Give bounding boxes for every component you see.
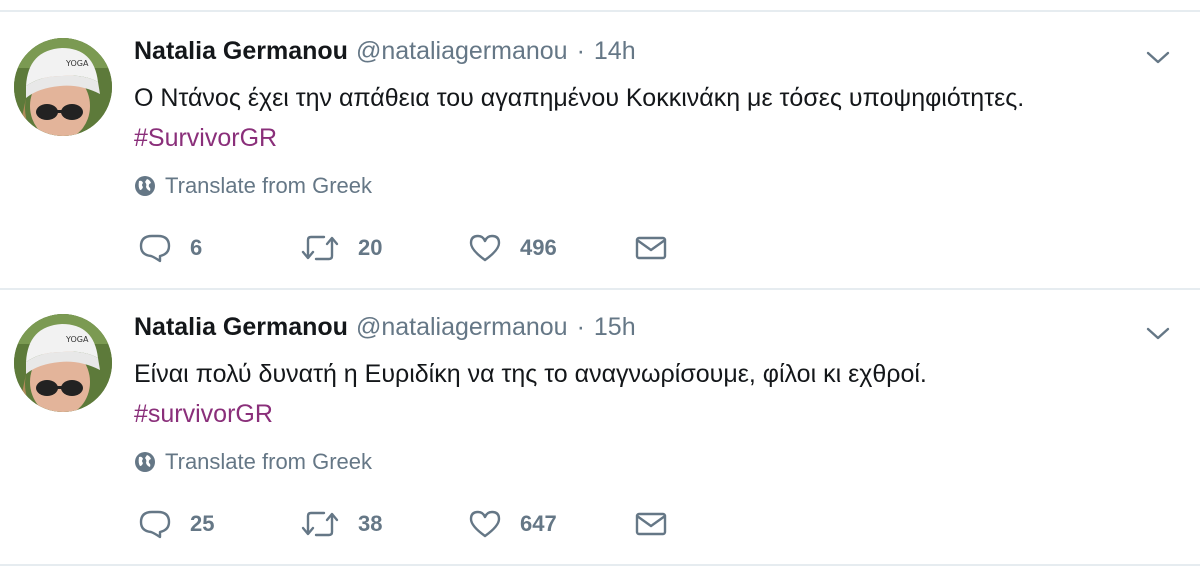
translate-link[interactable]: Translate from Greek <box>134 172 372 200</box>
svg-text:YOGA: YOGA <box>65 335 89 344</box>
tweet-header: Natalia Germanou @nataliagermanou · 15h <box>134 312 636 342</box>
retweet-button[interactable]: 20 <box>300 230 382 266</box>
heart-icon <box>469 234 501 262</box>
reply-icon <box>139 510 171 539</box>
chevron-down-icon[interactable] <box>1146 326 1170 342</box>
envelope-icon <box>635 512 667 536</box>
avatar[interactable]: YOGA <box>14 38 112 136</box>
timestamp[interactable]: 15h <box>594 313 636 341</box>
svg-text:YOGA: YOGA <box>65 59 89 68</box>
reply-icon <box>139 234 171 263</box>
tweet-text: Είναι πολύ δυνατή η Ευριδίκη να της το α… <box>134 360 927 388</box>
tweet-timeline: YOGA Natalia Germanou @nataliagermanou · 14… <box>0 0 1200 570</box>
direct-message-button[interactable] <box>634 230 668 266</box>
tweet-text: Ο Ντάνος έχει την απάθεια του αγαπημένου… <box>134 84 1025 112</box>
reply-count: 6 <box>190 235 203 260</box>
translate-link[interactable]: Translate from Greek <box>134 448 372 476</box>
reply-count: 25 <box>190 511 215 536</box>
retweet-count: 38 <box>358 511 383 536</box>
like-button[interactable]: 647 <box>468 506 557 542</box>
hashtag-link[interactable]: #survivorGR <box>134 394 273 434</box>
like-count: 647 <box>520 511 557 536</box>
direct-message-button[interactable] <box>634 506 668 542</box>
retweet-icon <box>301 235 339 261</box>
chevron-down-icon[interactable] <box>1146 50 1170 66</box>
tweet-actions: 6 20 496 <box>134 230 694 266</box>
translate-label: Translate from Greek <box>165 449 373 474</box>
tweet[interactable]: YOGA Natalia Germanou @nataliagermanou · 15… <box>0 288 1200 564</box>
author-name[interactable]: Natalia Germanou <box>134 37 348 65</box>
like-button[interactable]: 496 <box>468 230 557 266</box>
timeline-divider <box>0 564 1200 566</box>
hashtag-link[interactable]: #SurvivorGR <box>134 118 277 158</box>
retweet-button[interactable]: 38 <box>300 506 382 542</box>
globe-icon <box>135 176 155 196</box>
separator-dot: · <box>576 37 585 65</box>
avatar[interactable]: YOGA <box>14 314 112 412</box>
retweet-icon <box>301 511 339 537</box>
author-name[interactable]: Natalia Germanou <box>134 313 348 341</box>
separator-dot: · <box>576 313 585 341</box>
heart-icon <box>469 510 501 538</box>
author-handle[interactable]: @nataliagermanou <box>356 37 568 65</box>
tweet[interactable]: YOGA Natalia Germanou @nataliagermanou · 14… <box>0 12 1200 288</box>
author-handle[interactable]: @nataliagermanou <box>356 313 568 341</box>
like-count: 496 <box>520 235 557 260</box>
envelope-icon <box>635 236 667 260</box>
timestamp[interactable]: 14h <box>594 37 636 65</box>
tweet-header: Natalia Germanou @nataliagermanou · 14h <box>134 36 636 66</box>
tweet-actions: 25 38 647 <box>134 506 694 542</box>
retweet-count: 20 <box>358 235 383 260</box>
reply-button[interactable]: 6 <box>138 230 202 266</box>
globe-icon <box>135 452 155 472</box>
reply-button[interactable]: 25 <box>138 506 214 542</box>
translate-label: Translate from Greek <box>165 173 373 198</box>
